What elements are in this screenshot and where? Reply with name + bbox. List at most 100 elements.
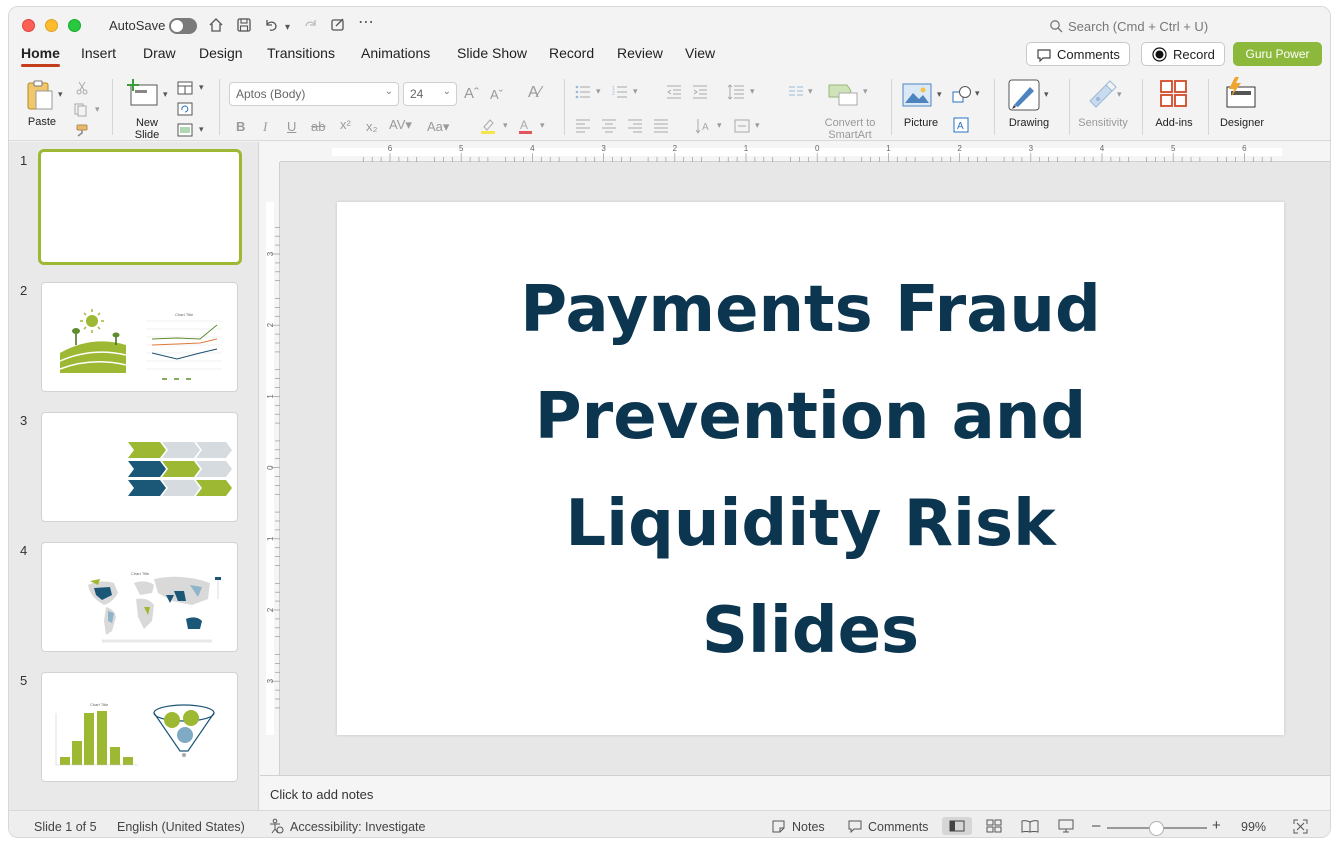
shapes-dropdown-icon[interactable]: ▾ bbox=[975, 88, 980, 99]
numbering-icon[interactable]: 12 bbox=[612, 85, 628, 99]
align-left-icon[interactable] bbox=[575, 119, 591, 133]
slide-thumbnail-1[interactable] bbox=[38, 149, 242, 265]
bold-icon[interactable]: B bbox=[236, 119, 245, 134]
normal-view-icon[interactable] bbox=[949, 820, 965, 832]
numbering-dropdown-icon[interactable]: ▾ bbox=[633, 86, 638, 97]
bullets-icon[interactable] bbox=[575, 85, 591, 99]
font-name-select[interactable]: Aptos (Body) ⌄ bbox=[229, 82, 399, 106]
increase-font-size-icon[interactable]: Aˆ bbox=[464, 85, 479, 102]
new-slide-dropdown-icon[interactable]: ▾ bbox=[163, 89, 168, 100]
zoom-out-button[interactable]: – bbox=[1092, 817, 1100, 834]
superscript-icon[interactable]: x² bbox=[340, 117, 351, 132]
slide-thumbnail-4[interactable]: Chart Title bbox=[41, 542, 238, 652]
slide-title[interactable]: Payments Fraud Prevention and Liquidity … bbox=[457, 257, 1164, 685]
current-slide-canvas[interactable]: Payments Fraud Prevention and Liquidity … bbox=[337, 202, 1284, 735]
tab-home[interactable]: Home bbox=[21, 45, 60, 67]
slide-thumbnail-5[interactable]: Chart Title bbox=[41, 672, 238, 782]
undo-icon[interactable] bbox=[263, 17, 279, 33]
tab-slide-show[interactable]: Slide Show bbox=[457, 45, 527, 61]
tab-insert[interactable]: Insert bbox=[81, 45, 116, 61]
paste-dropdown-icon[interactable]: ▾ bbox=[58, 89, 63, 100]
clear-formatting-icon[interactable]: A∕ bbox=[528, 84, 541, 102]
tab-record[interactable]: Record bbox=[549, 45, 594, 61]
drawing-icon[interactable] bbox=[1008, 79, 1040, 111]
tab-design[interactable]: Design bbox=[199, 45, 243, 61]
accessibility-status[interactable]: Accessibility: Investigate bbox=[290, 820, 425, 834]
horizontal-ruler[interactable]: 6 5 4 3 2 1 0 1 2 3 4 5 6 bbox=[280, 142, 1330, 162]
align-text-icon[interactable] bbox=[733, 117, 751, 135]
highlight-dropdown-icon[interactable]: ▾ bbox=[503, 120, 508, 131]
zoom-slider-thumb[interactable] bbox=[1149, 821, 1164, 836]
new-slide-icon[interactable] bbox=[127, 79, 159, 107]
decrease-indent-icon[interactable] bbox=[666, 85, 682, 99]
align-center-icon[interactable] bbox=[601, 119, 617, 133]
zoom-in-button[interactable]: + bbox=[1212, 817, 1221, 834]
add-ins-icon[interactable] bbox=[1159, 79, 1189, 109]
reset-slide-icon[interactable] bbox=[177, 102, 193, 116]
sensitivity-icon[interactable] bbox=[1084, 79, 1118, 111]
layout-icon[interactable] bbox=[177, 81, 193, 95]
undo-dropdown-icon[interactable]: ▾ bbox=[285, 19, 290, 37]
picture-dropdown-icon[interactable]: ▾ bbox=[937, 89, 942, 100]
reading-view-icon[interactable] bbox=[1021, 819, 1039, 833]
subscript-icon[interactable]: x₂ bbox=[366, 119, 378, 134]
sensitivity-dropdown-icon[interactable]: ▾ bbox=[1117, 89, 1122, 100]
comments-toggle[interactable]: Comments bbox=[868, 820, 928, 834]
designer-icon[interactable] bbox=[1223, 77, 1257, 109]
autosave-toggle[interactable] bbox=[169, 18, 197, 34]
tab-draw[interactable]: Draw bbox=[143, 45, 176, 61]
justify-icon[interactable] bbox=[653, 119, 669, 133]
copy-dropdown-icon[interactable]: ▾ bbox=[95, 104, 100, 115]
redo-icon[interactable] bbox=[303, 17, 319, 33]
fit-to-window-icon[interactable] bbox=[1293, 819, 1308, 834]
comments-icon[interactable] bbox=[847, 819, 863, 833]
columns-dropdown-icon[interactable]: ▾ bbox=[808, 86, 813, 97]
paste-icon[interactable] bbox=[25, 79, 55, 111]
font-color-icon[interactable]: A bbox=[517, 117, 535, 135]
vertical-ruler[interactable]: 3210123 bbox=[260, 162, 280, 775]
record-button[interactable]: Record bbox=[1141, 42, 1225, 66]
font-size-select[interactable]: 24 ⌄ bbox=[403, 82, 457, 106]
notes-pane[interactable]: Click to add notes bbox=[260, 775, 1330, 810]
smartart-dropdown-icon[interactable]: ▾ bbox=[863, 86, 868, 97]
notes-toggle[interactable]: Notes bbox=[792, 820, 825, 834]
accessibility-icon[interactable] bbox=[268, 818, 284, 834]
cut-icon[interactable] bbox=[75, 81, 89, 95]
italic-icon[interactable]: I bbox=[263, 119, 267, 135]
smartart-icon[interactable] bbox=[827, 81, 861, 107]
font-color-dropdown-icon[interactable]: ▾ bbox=[540, 120, 545, 131]
close-window-button[interactable] bbox=[22, 19, 35, 32]
guru-power-button[interactable]: Guru Power bbox=[1233, 42, 1322, 66]
line-spacing-dropdown-icon[interactable]: ▾ bbox=[750, 86, 755, 97]
slide-thumbnail-3[interactable] bbox=[41, 412, 238, 522]
customize-qat-icon[interactable] bbox=[330, 17, 346, 33]
save-icon[interactable] bbox=[236, 17, 252, 33]
align-text-dropdown-icon[interactable]: ▾ bbox=[755, 120, 760, 131]
text-box-icon[interactable]: A bbox=[953, 117, 969, 133]
bullets-dropdown-icon[interactable]: ▾ bbox=[596, 86, 601, 97]
align-right-icon[interactable] bbox=[627, 119, 643, 133]
picture-icon[interactable] bbox=[902, 83, 932, 107]
zoom-window-button[interactable] bbox=[68, 19, 81, 32]
increase-indent-icon[interactable] bbox=[692, 85, 708, 99]
drawing-dropdown-icon[interactable]: ▾ bbox=[1044, 89, 1049, 100]
text-direction-dropdown-icon[interactable]: ▾ bbox=[717, 120, 722, 131]
decrease-font-size-icon[interactable]: Aˇ bbox=[490, 87, 503, 102]
line-spacing-icon[interactable] bbox=[727, 84, 745, 100]
tab-transitions[interactable]: Transitions bbox=[267, 45, 335, 61]
shapes-icon[interactable] bbox=[952, 85, 972, 103]
tab-review[interactable]: Review bbox=[617, 45, 663, 61]
slide-sorter-view-icon[interactable] bbox=[986, 819, 1002, 833]
search-input[interactable]: Search (Cmd + Ctrl + U) bbox=[1068, 19, 1208, 34]
change-case-icon[interactable]: Aa▾ bbox=[427, 119, 449, 135]
text-direction-icon[interactable]: A bbox=[695, 117, 713, 135]
slide-thumbnail-2[interactable]: Chart Title bbox=[41, 282, 238, 392]
section-dropdown-icon[interactable]: ▾ bbox=[199, 124, 204, 135]
zoom-level[interactable]: 99% bbox=[1241, 820, 1266, 834]
comments-button[interactable]: Comments bbox=[1026, 42, 1130, 66]
copy-icon[interactable] bbox=[73, 103, 89, 117]
strikethrough-icon[interactable]: ab bbox=[311, 119, 325, 134]
highlight-icon[interactable] bbox=[479, 117, 501, 135]
notes-icon[interactable] bbox=[771, 819, 786, 834]
columns-icon[interactable] bbox=[788, 85, 804, 97]
